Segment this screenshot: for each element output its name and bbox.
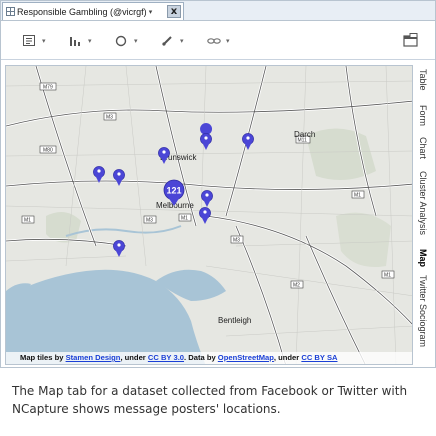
- road-shield-label: M1: [24, 218, 31, 224]
- chevron-down-icon: ▾: [134, 37, 138, 45]
- tab-close-button[interactable]: x: [167, 5, 181, 18]
- chevron-down-icon: ▾: [226, 37, 230, 45]
- shape-options-button[interactable]: ▾: [115, 34, 138, 48]
- map-attribution: Map tiles by Stamen Design, under CC BY …: [6, 352, 412, 364]
- brush-icon: [162, 36, 172, 46]
- attribution-text: . Data by: [184, 353, 218, 362]
- shape-icon: [115, 35, 127, 47]
- ncapture-window: Responsible Gambling (@vicrgf) ▾ x ▾ ▾ ▾…: [0, 0, 436, 368]
- road-shield-label: M1: [384, 273, 391, 279]
- road-shield-label: M80: [43, 148, 53, 154]
- side-tab-chart[interactable]: Chart: [418, 137, 428, 159]
- stamen-design-link[interactable]: Stamen Design: [66, 353, 121, 362]
- road-shield-label: M3: [233, 238, 240, 244]
- place-label-bentleigh: Bentleigh: [218, 316, 251, 325]
- side-tab-form[interactable]: Form: [418, 105, 428, 126]
- chevron-down-icon: ▾: [42, 37, 46, 45]
- road-shield-label: M2: [293, 283, 300, 289]
- openstreetmap-link[interactable]: OpenStreetMap: [218, 353, 274, 362]
- tab-dropdown-caret-icon[interactable]: ▾: [149, 8, 153, 16]
- display-options-icon: [23, 35, 35, 46]
- color-options-button[interactable]: ▾: [161, 34, 184, 48]
- figure-caption: The Map tab for a dataset collected from…: [12, 384, 408, 416]
- map-tiles: M79 M80 M3 M1 M3 M1 M3 M1 M2 M1 M11 Brun…: [6, 66, 412, 364]
- chevron-down-icon: ▾: [180, 37, 184, 45]
- road-shield-label: M79: [43, 85, 53, 91]
- side-tab-map[interactable]: Map: [418, 249, 428, 267]
- cluster-count: 121: [167, 186, 182, 196]
- map-toolbar: ▾ ▾ ▾ ▾ ▾: [1, 22, 435, 60]
- side-tab-twitter-sociogram[interactable]: Twitter Sociogram: [418, 275, 428, 347]
- chevron-down-icon: ▾: [88, 37, 92, 45]
- attribution-text: Map tiles by: [20, 353, 66, 362]
- place-label-darch: Darch: [294, 130, 315, 139]
- chart-options-button[interactable]: ▾: [69, 34, 92, 48]
- road-shield-label: M1: [354, 193, 361, 199]
- map-view[interactable]: M79 M80 M3 M1 M3 M1 M3 M1 M2 M1 M11 Brun…: [5, 65, 413, 365]
- side-tab-cluster-analysis[interactable]: Cluster Analysis: [418, 171, 428, 235]
- attribution-text: , under: [273, 353, 302, 362]
- bar-chart-icon: [70, 37, 80, 46]
- cc-by-link[interactable]: CC BY 3.0: [148, 353, 184, 362]
- attribution-text: , under: [120, 353, 148, 362]
- export-button[interactable]: [403, 33, 419, 47]
- document-tab[interactable]: Responsible Gambling (@vicrgf) ▾ x: [2, 2, 184, 20]
- display-options-button[interactable]: ▾: [23, 34, 46, 48]
- document-tab-bar: Responsible Gambling (@vicrgf) ▾ x: [1, 1, 435, 21]
- view-side-tabs: Table Form Chart Cluster Analysis Map Tw…: [415, 65, 435, 365]
- dataset-grid-icon: [6, 7, 15, 16]
- link-options-button[interactable]: ▾: [207, 34, 230, 48]
- document-tab-title: Responsible Gambling (@vicrgf): [17, 6, 147, 17]
- side-tab-table[interactable]: Table: [418, 69, 428, 91]
- cc-by-sa-link[interactable]: CC BY SA: [301, 353, 337, 362]
- link-icon: [207, 38, 221, 44]
- export-icon: [403, 33, 418, 47]
- road-shield-label: M1: [181, 216, 188, 222]
- road-shield-label: M3: [146, 218, 153, 224]
- road-shield-label: M3: [106, 115, 113, 121]
